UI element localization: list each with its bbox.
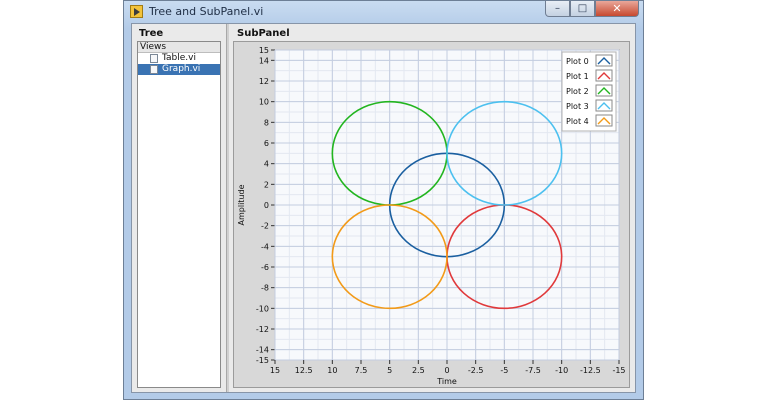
window-title: Tree and SubPanel.vi [149,5,263,18]
y-tick-label: 8 [264,118,269,127]
title-bar[interactable]: Tree and SubPanel.vi – □ ✕ [124,1,643,23]
x-tick-label: -15 [612,366,625,375]
legend-label: Plot 3 [566,102,589,111]
y-tick-label: 4 [264,160,269,169]
y-tick-label: -15 [256,356,269,365]
y-tick-label: 2 [264,180,269,189]
x-tick-label: -5 [500,366,508,375]
y-tick-label: 14 [259,56,269,65]
x-tick-label: 15 [270,366,280,375]
maximize-button[interactable]: □ [570,1,595,17]
y-tick-label: 0 [264,201,269,210]
x-tick-label: 7.5 [355,366,368,375]
y-tick-label: -10 [256,304,269,313]
subpanel-label: SubPanel [237,28,290,39]
labview-vi-icon [130,5,143,18]
legend-label: Plot 4 [566,117,589,126]
vi-file-icon [150,54,158,63]
tree-label: Tree [139,28,163,39]
maximize-icon: □ [571,1,594,16]
y-tick-label: 12 [259,77,269,86]
y-tick-label: -4 [261,242,269,251]
front-panel: Tree Views Table.vi Graph.vi SubPanel 15… [131,23,636,393]
x-tick-label: -10 [555,366,568,375]
xy-graph[interactable]: 1514121086420-2-4-6-8-10-12-14-151512.51… [234,42,629,387]
close-icon: ✕ [596,1,638,16]
y-tick-label: -6 [261,263,269,272]
y-tick-label: -14 [256,346,269,355]
app-window: Tree and SubPanel.vi – □ ✕ Tree Views Ta… [123,0,644,400]
y-tick-label: -12 [256,325,269,334]
tree-item-table-vi[interactable]: Table.vi [138,53,220,64]
tree-control[interactable]: Views Table.vi Graph.vi [137,41,221,388]
legend-label: Plot 0 [566,57,589,66]
x-tick-label: 2.5 [412,366,425,375]
x-tick-label: -2.5 [468,366,484,375]
x-tick-label: -12.5 [580,366,601,375]
y-tick-label: 6 [264,139,269,148]
tree-item-label: Table.vi [162,53,196,64]
pane-splitter[interactable] [226,24,229,392]
x-tick-label: -7.5 [525,366,541,375]
vi-file-icon [150,65,158,74]
x-tick-label: 12.5 [295,366,313,375]
subpanel: 1514121086420-2-4-6-8-10-12-14-151512.51… [233,41,630,388]
legend-label: Plot 1 [566,72,589,81]
minimize-button[interactable]: – [545,1,570,17]
y-tick-label: 10 [259,98,269,107]
window-controls: – □ ✕ [545,1,639,18]
x-tick-label: 5 [387,366,392,375]
y-tick-label: 15 [259,46,269,55]
tree-item-label: Graph.vi [162,64,200,75]
y-tick-label: -2 [261,222,269,231]
y-axis-label: Amplitude [237,184,246,225]
x-tick-label: 0 [444,366,449,375]
x-axis-label: Time [436,377,457,386]
close-button[interactable]: ✕ [595,1,639,17]
x-tick-label: 10 [327,366,337,375]
tree-item-graph-vi[interactable]: Graph.vi [138,64,220,75]
y-tick-label: -8 [261,284,269,293]
minimize-icon: – [546,1,569,16]
tree-column-header[interactable]: Views [138,42,220,53]
legend-label: Plot 2 [566,87,589,96]
